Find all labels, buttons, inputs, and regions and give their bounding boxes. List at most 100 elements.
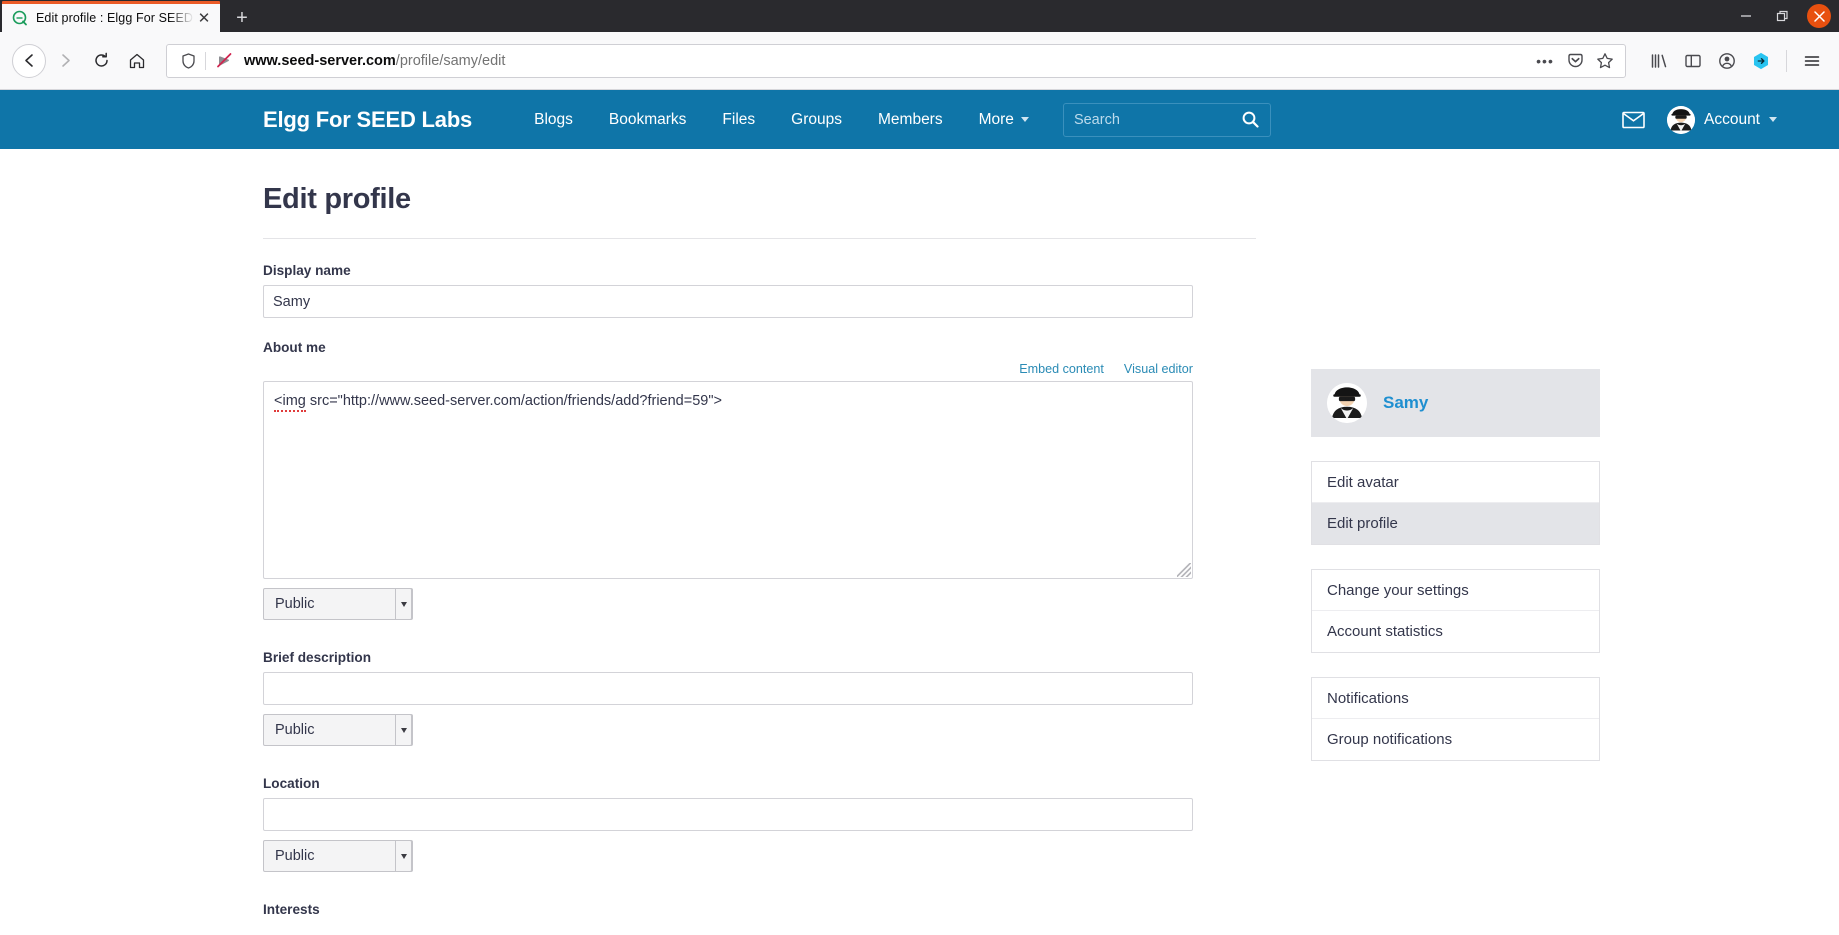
- nav-label: Bookmarks: [608, 110, 687, 128]
- field-brief-description: Brief description Public: [263, 650, 1193, 746]
- search-input[interactable]: Search: [1062, 102, 1271, 137]
- main-navigation: Blogs Bookmarks Files Groups Members Mor…: [516, 111, 1047, 129]
- field-label: Brief description: [263, 650, 372, 665]
- edit-profile-form: Display name Samy About me Embed content…: [263, 239, 1193, 917]
- reload-button-icon[interactable]: [84, 44, 118, 78]
- nav-item-members[interactable]: Members: [860, 111, 961, 129]
- field-label: Interests: [263, 902, 320, 917]
- access-value: Public: [275, 596, 315, 612]
- page-title: Edit profile: [263, 183, 1256, 239]
- nav-item-bookmarks[interactable]: Bookmarks: [591, 111, 705, 129]
- nav-label: Groups: [791, 110, 842, 128]
- browser-toolbar: www.seed-server.com/profile/samy/edit ••…: [0, 32, 1839, 90]
- nav-label: Members: [878, 110, 943, 128]
- profile-name[interactable]: Samy: [1383, 393, 1428, 413]
- sidebar-profile[interactable]: Samy: [1311, 369, 1600, 437]
- nav-item-groups[interactable]: Groups: [773, 111, 860, 129]
- titlebar: Edit profile : Elgg For SEED Labs ✕ +: [0, 0, 1839, 32]
- location-access-select[interactable]: Public: [263, 840, 413, 872]
- nav-item-files[interactable]: Files: [704, 111, 773, 129]
- field-about-me: About me Embed content Visual editor <im…: [263, 340, 1193, 620]
- close-tab-icon[interactable]: ✕: [194, 8, 214, 28]
- chevron-down-icon: [1020, 117, 1029, 122]
- field-display-name: Display name Samy: [263, 263, 1193, 318]
- field-label: Location: [263, 776, 320, 791]
- back-button-icon[interactable]: [12, 43, 46, 78]
- search-icon[interactable]: [1241, 110, 1260, 129]
- nav-label: Blogs: [534, 110, 573, 128]
- sidebar-item-change-settings[interactable]: Change your settings: [1312, 570, 1599, 611]
- access-value: Public: [275, 848, 315, 864]
- embed-content-link[interactable]: Embed content: [1019, 362, 1104, 376]
- extension-icon[interactable]: [1746, 46, 1776, 76]
- textarea-resize-handle[interactable]: [1177, 563, 1191, 577]
- location-input[interactable]: [263, 798, 1193, 831]
- sidebar-item-group-notifications[interactable]: Group notifications: [1312, 719, 1599, 760]
- field-interests: Interests: [263, 902, 1193, 917]
- menu-icon[interactable]: [1797, 46, 1827, 76]
- brief-description-access-select[interactable]: Public: [263, 714, 413, 746]
- insecure-connection-icon[interactable]: [212, 52, 236, 69]
- tab-strip: Edit profile : Elgg For SEED Labs ✕ +: [0, 0, 258, 32]
- browser-tab[interactable]: Edit profile : Elgg For SEED Labs ✕: [2, 1, 220, 32]
- account-label: Account: [1703, 110, 1760, 128]
- elgg-favicon-icon: [12, 10, 28, 26]
- minimize-button[interactable]: [1729, 0, 1763, 32]
- sidebar-group-settings: Change your settings Account statistics: [1311, 569, 1600, 653]
- access-value: Public: [275, 722, 315, 738]
- avatar: [1666, 105, 1695, 134]
- main-column: Edit profile Display name Samy About me …: [263, 149, 1278, 925]
- field-label: Display name: [263, 263, 351, 278]
- nav-item-more[interactable]: More: [961, 111, 1047, 129]
- bookmark-star-icon[interactable]: [1591, 47, 1619, 75]
- forward-button-icon[interactable]: [48, 44, 82, 78]
- pocket-icon[interactable]: [1561, 47, 1589, 75]
- chevron-down-icon[interactable]: [395, 840, 412, 872]
- sidebar-group-profile: Edit avatar Edit profile: [1311, 461, 1600, 545]
- sidebar-item-edit-avatar[interactable]: Edit avatar: [1312, 462, 1599, 503]
- about-me-textarea[interactable]: <img src="http://www.seed-server.com/act…: [263, 381, 1193, 579]
- display-name-input[interactable]: Samy: [263, 285, 1193, 318]
- browser-window: Edit profile : Elgg For SEED Labs ✕ +: [0, 0, 1839, 935]
- site-brand[interactable]: Elgg For SEED Labs: [263, 107, 472, 133]
- nav-label: Files: [722, 110, 756, 128]
- about-me-access-select[interactable]: Public: [263, 588, 413, 620]
- avatar: [1327, 383, 1367, 423]
- window-controls: [1729, 0, 1839, 32]
- field-label: About me: [263, 340, 326, 355]
- toolbar-icons: [1636, 46, 1827, 76]
- about-me-value: <img src="http://www.seed-server.com/act…: [274, 393, 722, 412]
- about-me-rest: src="http://www.seed-server.com/action/f…: [305, 393, 722, 409]
- toolbar-divider: [1786, 49, 1787, 72]
- chevron-down-icon[interactable]: [395, 588, 412, 620]
- sidebar-item-edit-profile[interactable]: Edit profile: [1312, 503, 1599, 544]
- url-text[interactable]: www.seed-server.com/profile/samy/edit: [238, 53, 1529, 69]
- sidebar-group-notifications: Notifications Group notifications: [1311, 677, 1600, 761]
- library-icon[interactable]: [1644, 46, 1674, 76]
- nav-item-blogs[interactable]: Blogs: [516, 111, 591, 129]
- header-right: Account: [1600, 105, 1839, 134]
- url-path: /profile/samy/edit: [395, 52, 506, 69]
- account-icon[interactable]: [1712, 46, 1742, 76]
- sidebar-item-notifications[interactable]: Notifications: [1312, 678, 1599, 719]
- editor-links: Embed content Visual editor: [263, 362, 1193, 376]
- sidebar-item-account-statistics[interactable]: Account statistics: [1312, 611, 1599, 652]
- sidebar: Samy Edit avatar Edit profile Change you…: [1311, 149, 1600, 925]
- url-bar[interactable]: www.seed-server.com/profile/samy/edit ••…: [166, 43, 1626, 78]
- field-location: Location Public: [263, 776, 1193, 872]
- tracking-protection-shield-icon[interactable]: [177, 52, 199, 69]
- visual-editor-link[interactable]: Visual editor: [1124, 362, 1193, 376]
- envelope-icon[interactable]: [1600, 111, 1667, 129]
- maximize-button[interactable]: [1765, 0, 1799, 32]
- sidebar-icon[interactable]: [1678, 46, 1708, 76]
- new-tab-button[interactable]: +: [226, 4, 258, 32]
- home-button-icon[interactable]: [120, 44, 154, 78]
- account-menu[interactable]: Account: [1666, 105, 1777, 134]
- url-domain: www.seed-server.com: [244, 52, 396, 69]
- close-window-button[interactable]: [1807, 4, 1831, 28]
- nav-label: More: [978, 110, 1014, 128]
- page-actions-icon[interactable]: •••: [1531, 47, 1559, 75]
- page-body: Edit profile Display name Samy About me …: [0, 149, 1839, 925]
- chevron-down-icon[interactable]: [395, 714, 412, 746]
- brief-description-input[interactable]: [263, 672, 1193, 705]
